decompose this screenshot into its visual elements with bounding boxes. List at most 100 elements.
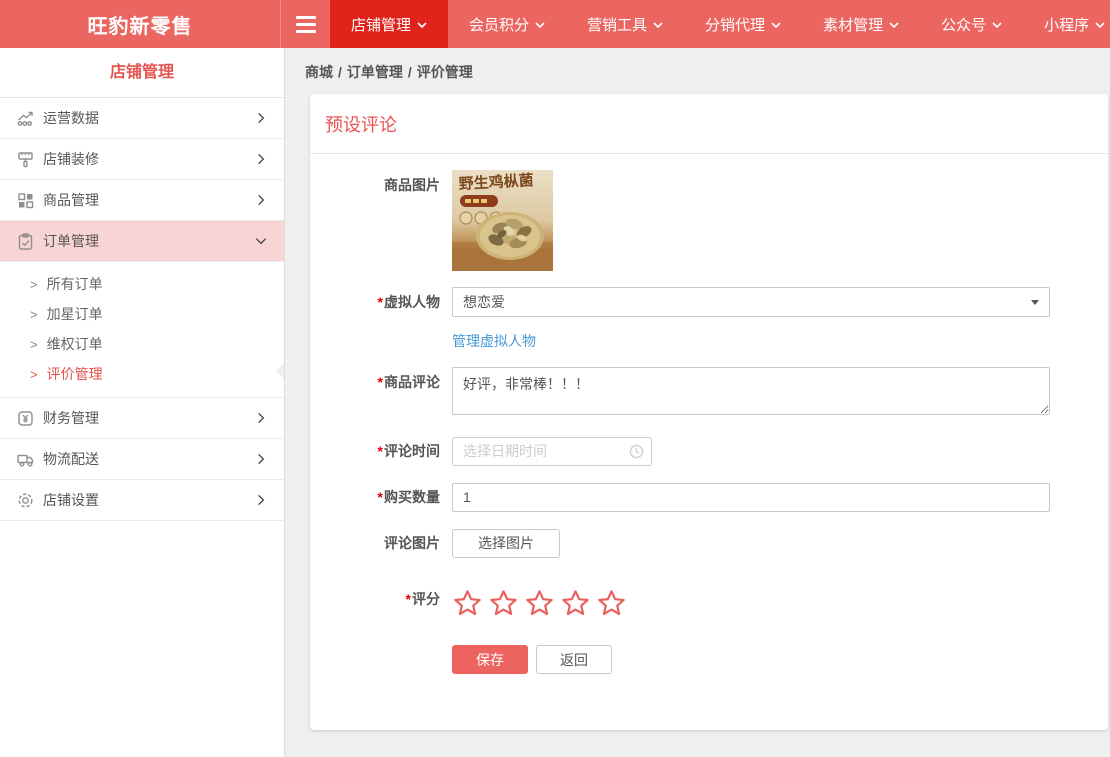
select-caret-icon <box>1031 300 1039 305</box>
comment-image-label: 评论图片 <box>330 528 440 558</box>
sidebar-item-shop-decoration[interactable]: 店铺装修 <box>0 139 284 180</box>
form-row-quantity: *购买数量 <box>330 482 1088 512</box>
order-submenu: > 所有订单 > 加星订单 > 维权订单 > 评价管理 <box>0 262 284 398</box>
preset-review-form: 商品图片 <box>310 154 1108 730</box>
form-row-comment-image: 评论图片 选择图片 <box>330 528 1088 558</box>
sidebar-item-shop-settings[interactable]: 店铺设置 <box>0 480 284 521</box>
sidebar-subitem-starred-orders[interactable]: > 加星订单 <box>0 299 284 329</box>
truck-icon <box>16 449 36 469</box>
nav-item-mini-program[interactable]: 小程序 <box>1023 0 1110 48</box>
star-icon[interactable] <box>488 588 519 619</box>
preset-review-card: 预设评论 商品图片 <box>310 94 1108 730</box>
sidebar-subitem-all-orders[interactable]: > 所有订单 <box>0 269 284 299</box>
nav-item-official-account[interactable]: 公众号 <box>920 0 1023 48</box>
breadcrumb-item-mall[interactable]: 商城 <box>305 64 333 80</box>
quantity-input[interactable] <box>452 483 1050 512</box>
virtual-person-selected-value: 想恋爱 <box>463 292 505 312</box>
breadcrumb: 商城 / 订单管理 / 评价管理 <box>285 48 1110 94</box>
comment-time-label: *评论时间 <box>330 436 440 466</box>
sidebar-item-logistics[interactable]: 物流配送 <box>0 439 284 480</box>
breadcrumb-separator: / <box>408 64 412 80</box>
save-button[interactable]: 保存 <box>452 645 528 674</box>
subitem-label: 评价管理 <box>47 364 103 384</box>
nav-item-member-points[interactable]: 会员积分 <box>448 0 566 48</box>
sidebar-title: 店铺管理 <box>0 48 284 98</box>
hamburger-menu-icon[interactable] <box>280 0 330 48</box>
brush-icon <box>16 149 36 169</box>
sidebar-item-finance-management[interactable]: 财务管理 <box>0 398 284 439</box>
subitem-prefix: > <box>30 307 38 322</box>
chevron-right-icon <box>254 152 268 166</box>
chevron-down-icon <box>992 22 1002 29</box>
subitem-label: 加星订单 <box>47 304 103 324</box>
chevron-down-icon <box>254 234 268 248</box>
back-button[interactable]: 返回 <box>536 645 612 674</box>
form-row-rating: *评分 <box>330 582 1088 619</box>
sidebar-item-label: 订单管理 <box>43 231 254 251</box>
sidebar-subitem-rights-orders[interactable]: > 维权订单 <box>0 329 284 359</box>
nav-label: 小程序 <box>1044 14 1089 35</box>
breadcrumb-item-review-management[interactable]: 评价管理 <box>417 64 473 80</box>
top-header: 旺豹新零售 店铺管理 会员积分 营销工具 分销代理 素材管理 <box>0 0 1110 48</box>
nav-label: 公众号 <box>941 14 986 35</box>
nav-label: 会员积分 <box>469 14 529 35</box>
star-icon[interactable] <box>524 588 555 619</box>
virtual-person-select[interactable]: 想恋爱 <box>452 287 1050 317</box>
breadcrumb-separator: / <box>338 64 342 80</box>
manage-virtual-person-link[interactable]: 管理虚拟人物 <box>452 333 536 349</box>
subitem-prefix: > <box>30 277 38 292</box>
clipboard-icon <box>16 231 36 251</box>
form-actions: 保存 返回 <box>452 645 1088 674</box>
card-title: 预设评论 <box>310 94 1108 154</box>
app-root: 旺豹新零售 店铺管理 会员积分 营销工具 分销代理 素材管理 <box>0 0 1110 757</box>
breadcrumb-item-order-management[interactable]: 订单管理 <box>347 64 403 80</box>
chevron-down-icon <box>771 22 781 29</box>
nav-label: 店铺管理 <box>351 14 411 35</box>
nav-item-material-management[interactable]: 素材管理 <box>802 0 920 48</box>
gear-icon <box>16 490 36 510</box>
nav-label: 分销代理 <box>705 14 765 35</box>
chevron-down-icon <box>1095 22 1105 29</box>
quantity-label: *购买数量 <box>330 482 440 512</box>
sidebar-item-operation-data[interactable]: 运营数据 <box>0 98 284 139</box>
yen-icon <box>16 408 36 428</box>
chart-icon <box>16 108 36 128</box>
chevron-down-icon <box>417 22 427 29</box>
app-logo[interactable]: 旺豹新零售 <box>0 0 280 48</box>
virtual-person-label: *虚拟人物 <box>330 287 440 317</box>
nav-label: 营销工具 <box>587 14 647 35</box>
main-content: 商城 / 订单管理 / 评价管理 预设评论 商品图片 <box>285 48 1110 757</box>
star-icon[interactable] <box>596 588 627 619</box>
star-icon[interactable] <box>560 588 591 619</box>
nav-label: 素材管理 <box>823 14 883 35</box>
rating-stars <box>452 588 627 619</box>
product-image[interactable]: 野生鸡枞菌 <box>452 170 553 271</box>
sidebar-item-label: 店铺设置 <box>43 490 254 510</box>
sidebar-subitem-review-management[interactable]: > 评价管理 <box>0 359 284 389</box>
chevron-down-icon <box>653 22 663 29</box>
comment-label: *商品评论 <box>330 367 440 397</box>
subitem-label: 所有订单 <box>47 274 103 294</box>
choose-image-button[interactable]: 选择图片 <box>452 529 560 558</box>
product-photo-mushrooms: 野生鸡枞菌 <box>452 170 553 271</box>
sidebar-item-label: 财务管理 <box>43 408 254 428</box>
chevron-right-icon <box>254 411 268 425</box>
sidebar-item-product-management[interactable]: 商品管理 <box>0 180 284 221</box>
star-icon[interactable] <box>452 588 483 619</box>
form-row-product-image: 商品图片 <box>330 170 1088 271</box>
nav-item-marketing-tools[interactable]: 营销工具 <box>566 0 684 48</box>
grid-icon <box>16 190 36 210</box>
nav-item-distribution-agent[interactable]: 分销代理 <box>684 0 802 48</box>
subitem-prefix: > <box>30 367 38 382</box>
sidebar-item-order-management[interactable]: 订单管理 <box>0 221 284 262</box>
form-row-comment: *商品评论 好评，非常棒！！！ <box>330 367 1088 420</box>
sidebar: 店铺管理 运营数据 店铺装修 <box>0 48 285 757</box>
comment-time-input[interactable] <box>452 437 652 466</box>
comment-textarea[interactable]: 好评，非常棒！！！ <box>452 367 1050 415</box>
nav-item-shop-management[interactable]: 店铺管理 <box>330 0 448 48</box>
sidebar-item-label: 商品管理 <box>43 190 254 210</box>
clock-icon <box>629 444 644 459</box>
active-item-notch <box>276 363 284 379</box>
product-image-label: 商品图片 <box>330 170 440 200</box>
chevron-right-icon <box>254 493 268 507</box>
